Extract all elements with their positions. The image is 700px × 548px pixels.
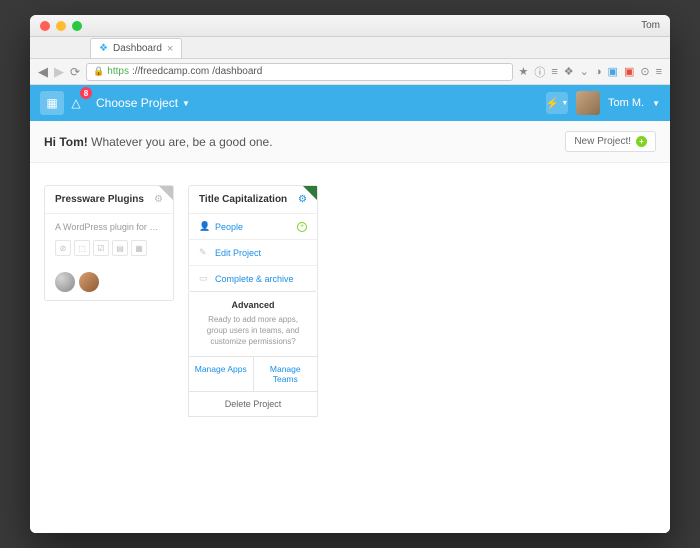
tab-close-icon[interactable]: × [167, 43, 173, 55]
menu-label: People [215, 222, 243, 232]
reload-button[interactable]: ⟳ [70, 65, 80, 79]
add-icon[interactable]: + [297, 222, 307, 232]
project-app-icons: ⊘ ⬚ ☑ ▤ ▦ [55, 240, 163, 256]
minimize-window-button[interactable] [56, 21, 66, 31]
project-title: Pressware Plugins [55, 194, 144, 205]
user-avatar[interactable] [576, 91, 600, 115]
browser-window: Tom ❖ Dashboard × ◀ ▶ ⟳ 🔒 https://freedc… [30, 15, 670, 533]
url-host: ://freedcamp.com [132, 66, 209, 77]
advanced-text: Ready to add more apps, group users in t… [199, 314, 307, 348]
pencil-icon: ✎ [199, 247, 209, 258]
new-project-button[interactable]: New Project! + [565, 131, 656, 152]
app-icon[interactable]: ⬚ [74, 240, 90, 256]
menu-item-edit[interactable]: ✎ Edit Project [189, 240, 317, 266]
bookmark-star-icon[interactable]: ★ [519, 65, 529, 78]
page-content: ▦ △ 8 Choose Project ▼ ⚡ ▼ Tom M. ▼ [30, 85, 670, 533]
os-user-label: Tom [641, 20, 660, 31]
choose-project-label: Choose Project [96, 96, 178, 110]
extension-icon[interactable]: ❖ [564, 65, 574, 78]
projects-grid: Pressware Plugins ⚙ A WordPress plugin f… [30, 163, 670, 533]
traffic-lights [40, 21, 82, 31]
grid-icon: ▦ [46, 96, 57, 110]
extension-icon[interactable]: ≡ [551, 66, 557, 78]
manage-teams-button[interactable]: Manage Teams [254, 357, 318, 391]
menu-icon[interactable]: ≡ [656, 66, 662, 78]
app-icon[interactable]: ⊘ [55, 240, 71, 256]
project-members [45, 264, 173, 300]
toolbar-extensions: ★ ⓘ ≡ ❖ ⌄ ◑ ▣ ▣ ⊙ ≡ [519, 64, 663, 80]
quick-actions-button[interactable]: ⚡ ▼ [546, 92, 568, 114]
window-titlebar: Tom [30, 15, 670, 37]
card-corner-icon [303, 186, 317, 200]
member-avatar[interactable] [55, 272, 75, 292]
address-bar[interactable]: 🔒 https://freedcamp.com/dashboard [86, 63, 512, 81]
extension-icon[interactable]: ⌄ [580, 65, 589, 78]
extension-icon[interactable]: ▣ [608, 65, 618, 78]
app-topbar: ▦ △ 8 Choose Project ▼ ⚡ ▼ Tom M. ▼ [30, 85, 670, 121]
forward-button[interactable]: ▶ [54, 64, 64, 80]
bell-icon: △ [71, 96, 80, 110]
extension-icon[interactable]: ◑ [595, 66, 602, 78]
maximize-window-button[interactable] [72, 21, 82, 31]
choose-project-dropdown[interactable]: Choose Project ▼ [96, 96, 190, 110]
bolt-icon: ⚡ [546, 97, 560, 110]
url-scheme: https [107, 66, 129, 77]
project-description: A WordPress plugin for man… [55, 222, 163, 232]
notifications-button[interactable]: △ 8 [64, 91, 88, 115]
browser-tabbar: ❖ Dashboard × [30, 37, 670, 59]
notification-badge: 8 [80, 87, 92, 99]
lock-icon: 🔒 [93, 66, 104, 77]
card-corner-icon [159, 186, 173, 200]
extension-icon[interactable]: ⊙ [640, 65, 649, 78]
browser-tab[interactable]: ❖ Dashboard × [90, 38, 182, 58]
menu-label: Edit Project [215, 248, 261, 258]
greeting-bar: Hi Tom! Whatever you are, be a good one.… [30, 121, 670, 163]
advanced-title: Advanced [199, 300, 307, 310]
plus-icon: + [636, 136, 647, 147]
menu-item-complete[interactable]: ▭ Complete & archive [189, 266, 317, 291]
archive-icon: ▭ [199, 273, 209, 284]
manage-apps-button[interactable]: Manage Apps [189, 357, 254, 391]
menu-item-people[interactable]: 👤 People + [189, 214, 317, 240]
extension-icon[interactable]: ⓘ [534, 64, 545, 80]
menu-label: Complete & archive [215, 274, 294, 284]
back-button[interactable]: ◀ [38, 64, 48, 80]
people-icon: 👤 [199, 221, 209, 232]
member-avatar[interactable] [79, 272, 99, 292]
project-title: Title Capitalization [199, 194, 287, 205]
delete-project-button[interactable]: Delete Project [188, 392, 318, 417]
tab-favicon-icon: ❖ [99, 43, 108, 54]
chevron-down-icon: ▼ [182, 99, 190, 108]
app-icon[interactable]: ☑ [93, 240, 109, 256]
tab-title: Dashboard [113, 43, 162, 54]
greeting-quote: Whatever you are, be a good one. [88, 135, 273, 149]
new-project-label: New Project! [574, 136, 631, 147]
close-window-button[interactable] [40, 21, 50, 31]
greeting-name: Hi Tom! [44, 135, 88, 149]
advanced-section: Advanced Ready to add more apps, group u… [188, 292, 318, 357]
app-icon[interactable]: ▤ [112, 240, 128, 256]
chevron-down-icon: ▼ [561, 100, 568, 107]
url-path: /dashboard [212, 66, 262, 77]
browser-toolbar: ◀ ▶ ⟳ 🔒 https://freedcamp.com/dashboard … [30, 59, 670, 85]
extension-icon[interactable]: ▣ [624, 65, 634, 78]
app-icon[interactable]: ▦ [131, 240, 147, 256]
grid-view-button[interactable]: ▦ [40, 91, 64, 115]
greeting-text: Hi Tom! Whatever you are, be a good one. [44, 135, 273, 149]
project-card-pressware[interactable]: Pressware Plugins ⚙ A WordPress plugin f… [44, 185, 174, 301]
username-label: Tom M. [608, 97, 644, 109]
chevron-down-icon[interactable]: ▼ [652, 99, 660, 108]
project-card-titlecap: Title Capitalization ⚙ 👤 People + ✎ Edit… [188, 185, 318, 417]
